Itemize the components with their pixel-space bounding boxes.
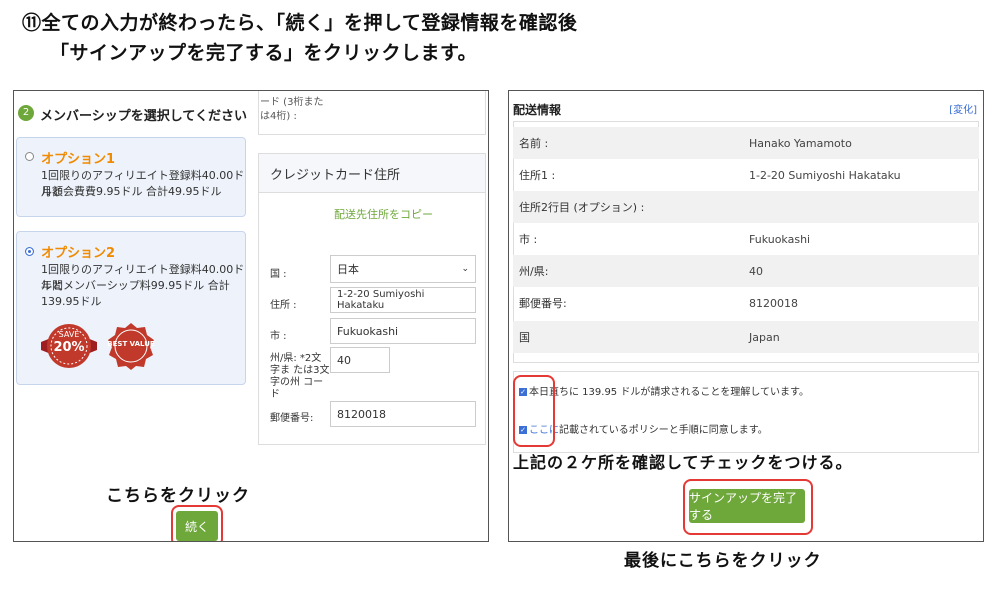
continue-highlight-box [171,505,223,541]
membership-section-title: メンバーシップを選択してください [40,109,247,124]
shipping-row: 住所2行目 (オプション) : [513,191,979,223]
country-value: 日本 [337,263,359,276]
cvv-box [258,91,486,135]
row-key: 住所2行目 (オプション) : [519,201,645,214]
row-key: 住所1 : [519,169,556,182]
save-badge-percent: 20% [53,340,85,355]
option1-radio[interactable] [25,152,34,161]
best-value-badge-icon: BEST VALUE [107,322,155,370]
instruction-line-2: 「サインアップを完了する」をクリックします。 [50,42,478,64]
option1-title: オプション1 [41,152,116,167]
city-label: 市 : [270,331,287,342]
row-value: 1-2-20 Sumiyoshi Hakataku [749,168,901,182]
save-badge-icon: SAVE 20% [41,318,97,374]
agree-charge-text: 本日直ちに 139.95 ドルが請求されることを理解しています。 [529,387,810,398]
zip-input[interactable]: 8120018 [330,401,476,427]
checkbox-highlight-box [513,375,555,447]
copy-shipping-address-link[interactable]: 配送先住所をコピー [334,206,433,222]
address-input[interactable]: 1-2-20 Sumiyoshi Hakataku [330,287,476,313]
state-input[interactable]: 40 [330,347,390,373]
agree-policy-text: 記載されているポリシーと手順に同意します。 [559,425,768,436]
address-label: 住所 : [270,300,297,311]
row-key: 名前 : [519,137,549,150]
row-key: 州/県: [519,265,549,278]
shipping-info-title: 配送情報 [513,103,562,117]
shipping-row: 市 : Fukuokashi [513,223,979,255]
option1-card[interactable]: オプション1 1回限りのアフィリエイト登録料40.00ドルと 月額会費費9.95… [16,137,246,217]
agree-charge-row: ✓ 本日直ちに 139.95 ドルが請求されることを理解しています。 [519,383,809,398]
row-value: 40 [749,264,763,278]
option2-title: オプション2 [41,246,116,261]
complete-highlight-box [683,479,813,535]
save-badge-top-text: SAVE [58,330,80,339]
shipping-row: 郵便番号: 8120018 [513,287,979,319]
row-key: 国 [519,331,530,344]
row-value: Japan [749,330,780,344]
state-label: 州/県: *2文字ま たは3文字の州 コード [270,353,330,400]
row-value: Fukuokashi [749,232,811,246]
shipping-row: 住所1 : 1-2-20 Sumiyoshi Hakataku [513,159,979,191]
best-value-badge-text: BEST VALUE [107,340,155,348]
option1-line2: 月額会費費9.95ドル 合計49.95ドル [41,185,222,198]
country-label: 国 : [270,269,287,280]
right-screenshot-panel: 配送情報 [変化] 名前 : Hanako Yamamoto 住所1 : 1-2… [508,90,984,542]
row-key: 市 : [519,233,538,246]
instruction-line-1: ⑪全ての入力が終わったら、「続く」を押して登録情報を確認後 [22,12,578,34]
shipping-row: 州/県: 40 [513,255,979,287]
click-here-caption: こちらをクリック [106,486,250,506]
agree-policy-row: ✓ ここに記載されているポリシーと手順に同意します。 [519,421,768,436]
change-link[interactable]: [変化] [949,101,977,116]
city-input[interactable]: Fukuokashi [330,318,476,344]
step-number-badge: 2 [18,105,34,121]
check-caption: 上記の２ケ所を確認してチェックをつける。 [513,453,853,472]
final-click-caption: 最後にこちらをクリック [624,551,822,571]
option2-radio[interactable] [25,247,34,256]
shipping-row: 国 Japan [513,321,979,353]
zip-label: 郵便番号: [270,413,314,424]
option2-line2: 年間メンバーシップ料99.95ドル 合計139.95ドル [41,279,230,308]
left-screenshot-panel: 2 メンバーシップを選択してください オプション1 1回限りのアフィリエイト登録… [13,90,489,542]
option2-card[interactable]: オプション2 1回限りのアフィリエイト登録料40.00ドルと 年間メンバーシップ… [16,231,246,385]
row-value: Hanako Yamamoto [749,136,852,150]
country-select[interactable]: 日本 ⌄ [330,255,476,283]
shipping-row: 名前 : Hanako Yamamoto [513,127,979,159]
card-address-title: クレジットカード住所 [270,168,401,183]
chevron-down-icon: ⌄ [461,264,469,274]
row-value: 8120018 [749,296,798,310]
row-key: 郵便番号: [519,297,567,310]
